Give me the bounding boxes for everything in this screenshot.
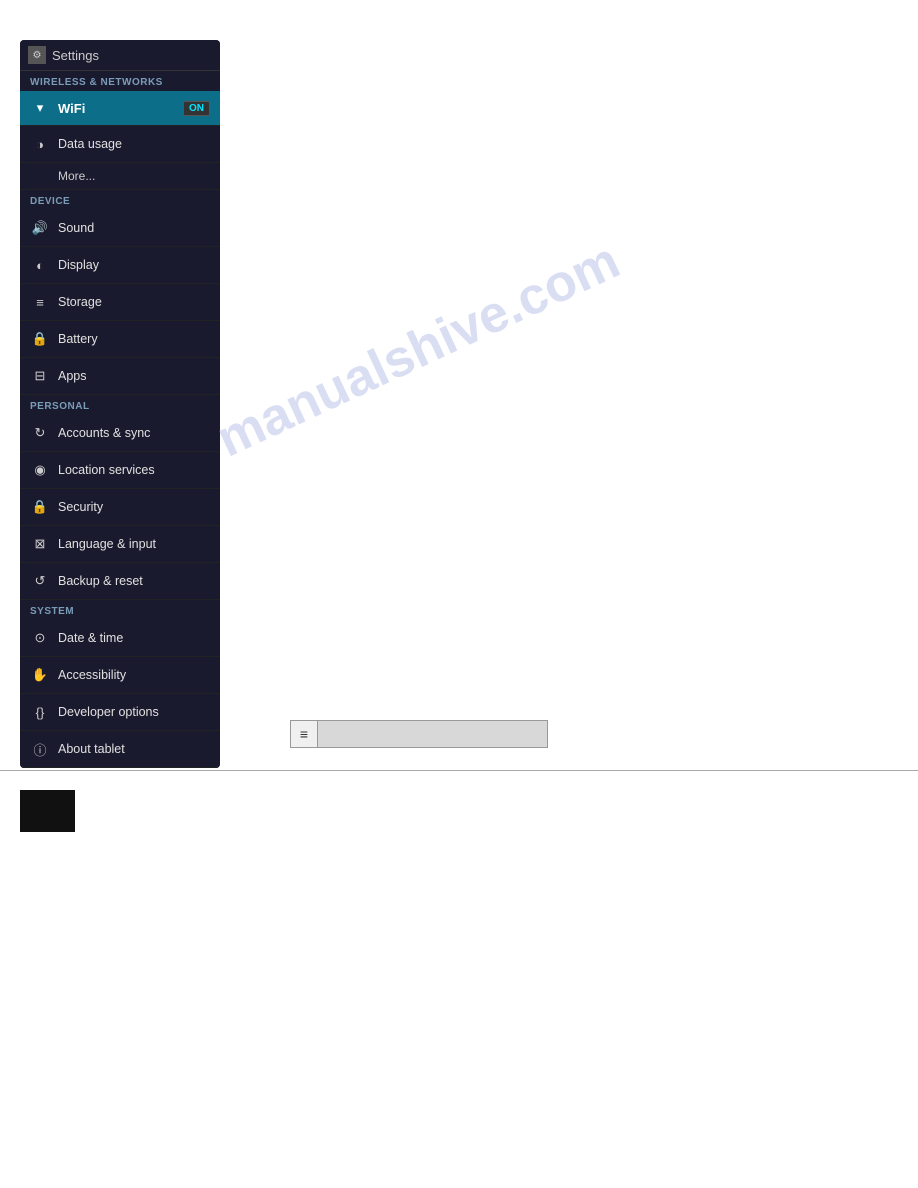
backup-label: Backup & reset: [58, 574, 143, 588]
security-icon: 🔒: [30, 497, 50, 517]
wifi-toggle[interactable]: ON: [183, 101, 210, 116]
wifi-label: WiFi: [58, 101, 183, 116]
section-personal: PERSONAL: [20, 395, 220, 415]
menu-item-wifi[interactable]: ▾ WiFi ON: [20, 91, 220, 126]
bottom-divider: [0, 770, 918, 771]
location-label: Location services: [58, 463, 155, 477]
search-input[interactable]: [318, 720, 548, 748]
apps-icon: ⊟: [30, 366, 50, 386]
wifi-icon: ▾: [30, 98, 50, 118]
data-usage-icon: ◑: [30, 134, 50, 154]
sound-label: Sound: [58, 221, 94, 235]
menu-item-storage[interactable]: ≡ Storage: [20, 284, 220, 321]
security-label: Security: [58, 500, 103, 514]
menu-item-developer[interactable]: {} Developer options: [20, 694, 220, 731]
storage-icon: ≡: [30, 292, 50, 312]
display-label: Display: [58, 258, 99, 272]
menu-item-accessibility[interactable]: ✋ Accessibility: [20, 657, 220, 694]
menu-item-datetime[interactable]: ⊙ Date & time: [20, 620, 220, 657]
data-usage-label: Data usage: [58, 137, 122, 151]
datetime-icon: ⊙: [30, 628, 50, 648]
menu-item-backup[interactable]: ↺ Backup & reset: [20, 563, 220, 600]
battery-label: Battery: [58, 332, 98, 346]
menu-item-apps[interactable]: ⊟ Apps: [20, 358, 220, 395]
section-device: DEVICE: [20, 190, 220, 210]
accessibility-label: Accessibility: [58, 668, 126, 682]
language-icon: ⊠: [30, 534, 50, 554]
settings-panel: ⚙ Settings WIRELESS & NETWORKS ▾ WiFi ON…: [20, 40, 220, 768]
developer-icon: {}: [30, 702, 50, 722]
black-rectangle: [20, 790, 75, 832]
section-wireless: WIRELESS & NETWORKS: [20, 71, 220, 91]
search-icon-box: ≡: [290, 720, 318, 748]
settings-icon: ⚙: [28, 46, 46, 64]
apps-label: Apps: [58, 369, 87, 383]
search-bar-area: ≡: [290, 720, 548, 748]
accessibility-icon: ✋: [30, 665, 50, 685]
menu-item-location[interactable]: ◉ Location services: [20, 452, 220, 489]
location-icon: ◉: [30, 460, 50, 480]
language-label: Language & input: [58, 537, 156, 551]
section-system: SYSTEM: [20, 600, 220, 620]
settings-title: Settings: [52, 48, 99, 63]
menu-item-battery[interactable]: 🔒 Battery: [20, 321, 220, 358]
about-icon: ⓘ: [30, 739, 50, 759]
about-label: About tablet: [58, 742, 125, 756]
storage-label: Storage: [58, 295, 102, 309]
watermark: manualshive.com: [208, 231, 629, 470]
sound-icon: 🔊: [30, 218, 50, 238]
datetime-label: Date & time: [58, 631, 123, 645]
menu-item-language[interactable]: ⊠ Language & input: [20, 526, 220, 563]
backup-icon: ↺: [30, 571, 50, 591]
menu-item-display[interactable]: ◐ Display: [20, 247, 220, 284]
menu-item-more[interactable]: More...: [20, 163, 220, 190]
display-icon: ◐: [30, 255, 50, 275]
battery-icon: 🔒: [30, 329, 50, 349]
developer-label: Developer options: [58, 705, 159, 719]
menu-item-accounts-sync[interactable]: ↻ Accounts & sync: [20, 415, 220, 452]
accounts-sync-label: Accounts & sync: [58, 426, 150, 440]
menu-item-about[interactable]: ⓘ About tablet: [20, 731, 220, 768]
accounts-sync-icon: ↻: [30, 423, 50, 443]
menu-item-sound[interactable]: 🔊 Sound: [20, 210, 220, 247]
settings-titlebar: ⚙ Settings: [20, 40, 220, 71]
menu-item-security[interactable]: 🔒 Security: [20, 489, 220, 526]
menu-item-data-usage[interactable]: ◑ Data usage: [20, 126, 220, 163]
